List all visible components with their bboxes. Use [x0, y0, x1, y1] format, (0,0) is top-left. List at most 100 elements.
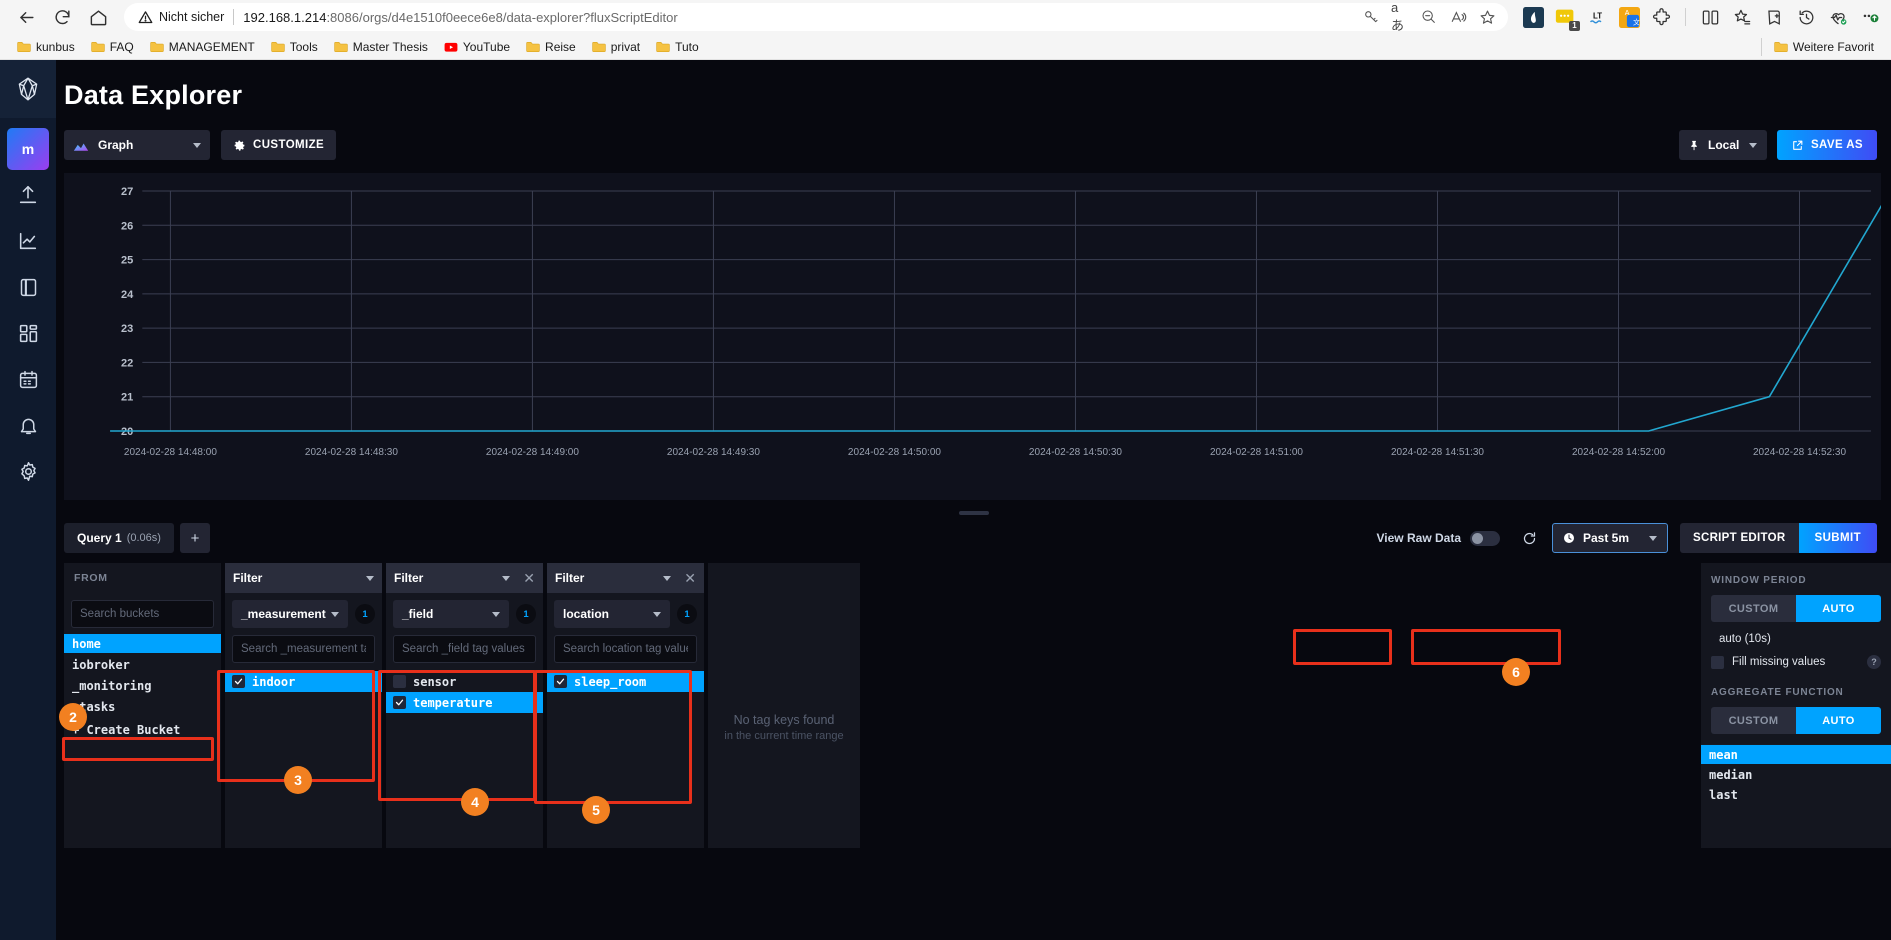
bookmark-item[interactable]: Tuto	[649, 37, 706, 57]
aggregate-auto-button[interactable]: AUTO	[1796, 707, 1881, 734]
history-icon[interactable]	[1795, 6, 1817, 28]
notes-extension-icon[interactable]: 1	[1554, 6, 1580, 31]
dashboards-icon[interactable]	[0, 312, 56, 354]
browser-chrome: Nicht sicher 192.168.1.214:8086/orgs/d4e…	[0, 0, 1891, 60]
visualization-type-dropdown[interactable]: Graph	[64, 130, 210, 160]
graph-panel[interactable]: 20 21 22 23 24 25 26 27 2024-02-28 14:48:00 2024-…	[64, 173, 1881, 500]
empty-state-subtitle: in the current time range	[724, 730, 844, 742]
address-bar[interactable]: Nicht sicher 192.168.1.214:8086/orgs/d4e…	[124, 0, 1508, 33]
tasks-icon[interactable]	[0, 358, 56, 400]
add-query-button[interactable]: +	[179, 523, 210, 553]
folder-icon	[150, 41, 164, 52]
bookmark-item[interactable]: Reise	[519, 37, 583, 57]
filter-key-dropdown[interactable]: _field	[393, 600, 509, 628]
search-field-input[interactable]	[402, 643, 527, 655]
filter-value-label: sensor	[413, 674, 457, 689]
performance-icon[interactable]	[1827, 6, 1849, 28]
function-mean[interactable]: mean	[1701, 745, 1891, 764]
filter-value-indoor[interactable]: indoor	[225, 671, 382, 692]
create-bucket-button[interactable]: + Create Bucket	[64, 720, 221, 739]
submit-button[interactable]: SUBMIT	[1798, 523, 1877, 553]
view-raw-data-toggle[interactable]	[1470, 530, 1500, 546]
bookmark-item[interactable]: YouTube	[437, 37, 517, 57]
favorite-star-icon[interactable]	[1478, 8, 1496, 26]
bookmark-item[interactable]: FAQ	[84, 37, 141, 57]
function-median[interactable]: median	[1701, 765, 1891, 784]
query-tab[interactable]: Query 1 (0.06s)	[64, 523, 174, 553]
checkbox-icon[interactable]	[1711, 655, 1724, 669]
search-buckets-input[interactable]	[80, 608, 205, 620]
settings-more-icon[interactable]	[1859, 6, 1881, 28]
data-explorer-icon[interactable]	[0, 220, 56, 262]
languagetool-extension-icon[interactable]: LT	[1586, 6, 1608, 28]
bookmark-item[interactable]: kunbus	[10, 37, 82, 57]
local-timezone-dropdown[interactable]: Local	[1678, 130, 1767, 160]
search-location-input[interactable]	[563, 643, 688, 655]
bookmark-item[interactable]: privat	[585, 37, 647, 57]
bucket-home[interactable]: home	[64, 634, 221, 653]
more-favorites-button[interactable]: Weitere Favorit	[1767, 37, 1881, 57]
reload-icon[interactable]	[46, 2, 78, 32]
influxdb-extension-icon[interactable]	[1522, 6, 1544, 28]
translate-icon[interactable]: aあ	[1391, 0, 1409, 33]
back-icon[interactable]	[10, 2, 42, 32]
filter-value-search-box[interactable]	[393, 635, 536, 663]
url-text: 192.168.1.214:8086/orgs/d4e1510f0eece6e8…	[243, 9, 678, 25]
home-icon[interactable]	[82, 2, 114, 32]
key-icon[interactable]	[1362, 8, 1380, 26]
bookmark-item[interactable]: MANAGEMENT	[143, 37, 262, 57]
customize-button[interactable]: CUSTOMIZE	[221, 130, 337, 160]
notebooks-icon[interactable]	[0, 266, 56, 308]
left-navigation: m	[0, 60, 56, 940]
time-range-dropdown[interactable]: Past 5m	[1552, 523, 1668, 553]
save-as-button[interactable]: SAVE AS	[1776, 130, 1877, 160]
bucket-search-box[interactable]	[71, 600, 214, 628]
bookmark-item[interactable]: Master Thesis	[327, 37, 435, 57]
filter-value-search-box[interactable]	[232, 635, 375, 663]
window-custom-button[interactable]: CUSTOM	[1711, 595, 1796, 622]
filter-value-search-box[interactable]	[554, 635, 697, 663]
script-editor-button[interactable]: SCRIPT EDITOR	[1680, 523, 1799, 553]
translator-extension-icon[interactable]: A文	[1618, 6, 1640, 28]
bookmark-item[interactable]: Tools	[264, 37, 325, 57]
svg-text:26: 26	[121, 220, 133, 232]
org-switcher[interactable]: m	[7, 128, 49, 170]
bucket-monitoring[interactable]: _monitoring	[64, 676, 221, 695]
filter-card-header[interactable]: Filter ✕	[547, 563, 704, 593]
aggregate-custom-button[interactable]: CUSTOM	[1711, 707, 1796, 734]
filter-card-header[interactable]: Filter ✕	[386, 563, 543, 593]
read-aloud-icon[interactable]	[1449, 8, 1467, 26]
settings-icon[interactable]	[0, 450, 56, 492]
window-auto-button[interactable]: AUTO	[1796, 595, 1881, 622]
filter-value-temperature[interactable]: temperature	[386, 692, 543, 713]
filter-key-dropdown[interactable]: location	[554, 600, 670, 628]
help-icon[interactable]: ?	[1867, 655, 1881, 669]
filter-key-row: location 1	[547, 593, 704, 628]
collections-icon[interactable]	[1763, 6, 1785, 28]
bucket-tasks[interactable]: _tasks	[64, 697, 221, 716]
filter-value-sensor[interactable]: sensor	[386, 671, 543, 692]
filter-value-sleep-room[interactable]: sleep_room	[547, 671, 704, 692]
fill-missing-values-row[interactable]: Fill missing values ?	[1701, 645, 1891, 669]
favorites-list-icon[interactable]	[1731, 6, 1753, 28]
security-status-label: Nicht sicher	[159, 10, 225, 24]
alerts-icon[interactable]	[0, 404, 56, 446]
zoom-out-icon[interactable]	[1420, 8, 1438, 26]
close-icon[interactable]: ✕	[684, 571, 696, 585]
influx-logo-icon[interactable]	[0, 60, 56, 118]
refresh-icon[interactable]	[1514, 523, 1544, 553]
split-screen-icon[interactable]	[1699, 6, 1721, 28]
puzzle-extensions-icon[interactable]	[1650, 6, 1672, 28]
load-data-icon[interactable]	[0, 174, 56, 216]
bucket-iobroker[interactable]: iobroker	[64, 655, 221, 674]
function-last[interactable]: last	[1701, 785, 1891, 804]
bookmark-label: YouTube	[462, 39, 511, 54]
filter-card-header[interactable]: Filter	[225, 563, 382, 593]
step-marker-2: 2	[59, 703, 87, 731]
line-chart: 20 21 22 23 24 25 26 27 2024-02-28 14:48:00 2024-…	[64, 173, 1881, 500]
more-favorites-label: Weitere Favorit	[1792, 39, 1874, 54]
search-measurement-input[interactable]	[241, 643, 366, 655]
close-icon[interactable]: ✕	[523, 571, 535, 585]
filter-key-label: _measurement	[241, 607, 326, 621]
filter-key-dropdown[interactable]: _measurement	[232, 600, 348, 628]
